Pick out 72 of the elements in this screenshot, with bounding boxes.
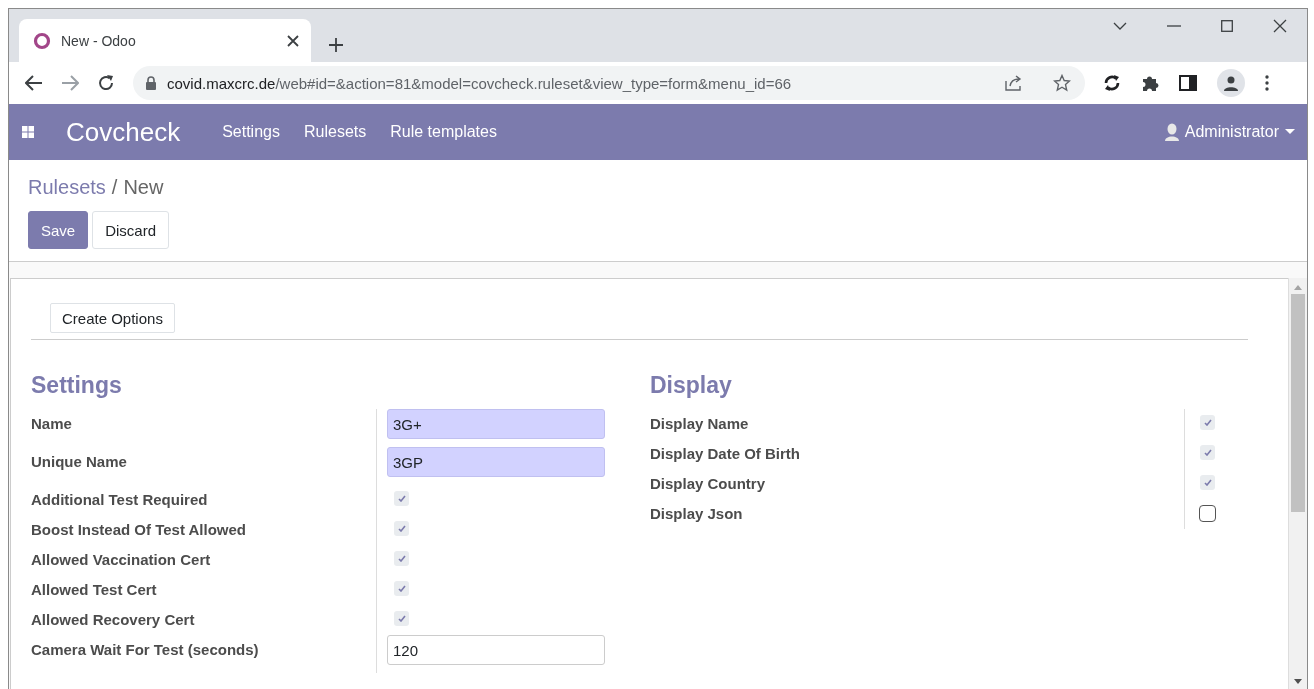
breadcrumb-link[interactable]: Rulesets xyxy=(28,176,106,199)
checkmark-icon xyxy=(397,525,406,532)
checkmark-icon xyxy=(1203,449,1212,456)
app-name: Covcheck xyxy=(66,116,181,148)
input-field[interactable]: 3GP xyxy=(387,447,605,477)
checkbox[interactable] xyxy=(394,581,409,596)
back-icon[interactable] xyxy=(25,75,43,91)
side-panel-icon[interactable] xyxy=(1179,75,1197,91)
more-icon[interactable] xyxy=(1265,75,1269,91)
field-label: Allowed Vaccination Cert xyxy=(31,550,212,568)
forward-icon[interactable] xyxy=(61,75,79,91)
user-menu[interactable]: Administrator xyxy=(1164,123,1295,141)
new-tab-icon[interactable] xyxy=(329,38,343,52)
checkbox[interactable] xyxy=(394,491,409,506)
star-icon[interactable] xyxy=(1053,74,1071,92)
field-label: Allowed Recovery Cert xyxy=(31,610,196,628)
checkbox[interactable] xyxy=(394,521,409,536)
checkbox[interactable] xyxy=(1200,445,1215,460)
menu-item[interactable]: Settings xyxy=(222,123,280,141)
tab-title: New - Odoo xyxy=(61,32,137,49)
group-title: Settings xyxy=(31,372,123,399)
browser-tab[interactable]: New - Odoo xyxy=(19,19,311,62)
close-icon[interactable] xyxy=(1273,19,1287,33)
checkmark-icon xyxy=(1203,419,1212,426)
puzzle-icon[interactable] xyxy=(1141,74,1159,92)
reload-icon[interactable] xyxy=(97,74,115,92)
checkbox[interactable] xyxy=(1200,475,1215,490)
url-text: covid.maxcrc.de/web#id=&action=81&model=covcheck.ruleset&view_type=form&menu_id=66 xyxy=(167,74,793,92)
discard-button[interactable]: Discard xyxy=(92,211,170,249)
maximize-icon[interactable] xyxy=(1221,20,1233,32)
menu-item[interactable]: Rule templates xyxy=(390,123,497,141)
checkbox[interactable] xyxy=(1199,505,1216,522)
field-label: Boost Instead Of Test Allowed xyxy=(31,520,248,538)
checkbox[interactable] xyxy=(394,551,409,566)
field-label: Name xyxy=(31,414,73,432)
field-label: Unique Name xyxy=(31,452,128,470)
address-bar[interactable]: covid.maxcrc.de/web#id=&action=81&model=covcheck.ruleset&view_type=form&menu_id=66 xyxy=(133,66,1085,100)
lock-icon xyxy=(145,76,157,90)
field-label: Display Country xyxy=(650,474,767,492)
scroll-down-icon[interactable] xyxy=(1294,679,1302,685)
field-label: Additional Test Required xyxy=(31,490,209,508)
breadcrumb-current: New xyxy=(123,176,164,199)
checkmark-icon xyxy=(397,585,406,592)
group-title: Display xyxy=(650,372,733,399)
field-label: Display Date Of Birth xyxy=(650,444,802,462)
checkbox[interactable] xyxy=(394,611,409,626)
save-button[interactable]: Save xyxy=(28,211,89,249)
field-label: Allowed Test Cert xyxy=(31,580,158,598)
odoo-logo-icon xyxy=(33,31,51,50)
person-icon xyxy=(1223,75,1239,91)
close-icon[interactable] xyxy=(287,34,299,47)
create-options-button[interactable]: Create Options xyxy=(50,303,175,333)
share-icon[interactable] xyxy=(1005,75,1023,91)
field-label: Display Json xyxy=(650,504,744,522)
user-icon xyxy=(1164,123,1179,141)
sync-icon[interactable] xyxy=(1103,74,1121,92)
field-label: Camera Wait For Test (seconds) xyxy=(31,640,260,658)
apps-grid-icon[interactable] xyxy=(22,126,34,138)
checkmark-icon xyxy=(1203,479,1212,486)
menu-item[interactable]: Rulesets xyxy=(303,123,367,141)
checkmark-icon xyxy=(397,555,406,562)
breadcrumb-separator: / xyxy=(111,176,118,199)
field-label: Display Name xyxy=(650,414,750,432)
caret-icon xyxy=(1285,129,1295,135)
input-field[interactable]: 3G+ xyxy=(387,409,605,439)
checkbox[interactable] xyxy=(1200,415,1215,430)
checkmark-icon xyxy=(397,615,406,622)
chevron-down-icon[interactable] xyxy=(1113,22,1127,30)
checkmark-icon xyxy=(397,495,406,502)
input-field[interactable]: 120 xyxy=(387,635,605,665)
scrollbar[interactable] xyxy=(1288,278,1307,689)
profile-avatar[interactable] xyxy=(1217,69,1245,97)
